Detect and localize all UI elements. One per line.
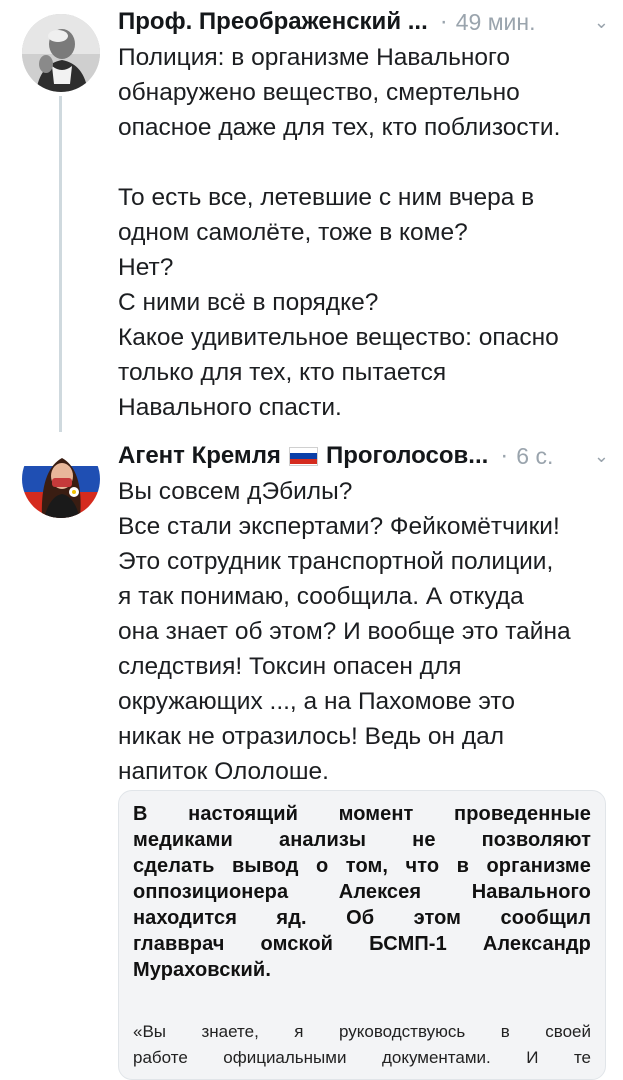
- bw-portrait-avatar-icon: [22, 14, 100, 92]
- article-line: В настоящий момент проведенные: [133, 803, 591, 825]
- article-line: сделать вывод о том, что в организме: [133, 855, 591, 877]
- author-name-suffix[interactable]: Проголосов...: [326, 442, 488, 470]
- article-line: оппозиционера Алексея Навального: [133, 881, 591, 903]
- tweet-line: Навального спасти.: [118, 394, 342, 421]
- tweet-line: никак не отразилось! Ведь он дал: [118, 723, 505, 750]
- article-line: медиками анализы не позволяют: [133, 829, 591, 851]
- tweet-line: опасное даже для тех, кто поблизости.: [118, 114, 561, 141]
- separator-dot: ·: [439, 8, 448, 35]
- chevron-down-icon[interactable]: ⌄: [584, 446, 609, 467]
- tweet-line: следствия! Токсин опасен для: [118, 653, 462, 680]
- tweet-text: Вы совсем дЭбилы? Все стали экспертами? …: [118, 474, 603, 789]
- article-lead-text: В настоящий момент проведенные медиками …: [133, 801, 591, 983]
- tweet-text: Полиция: в организме Навального обнаруже…: [118, 40, 603, 425]
- quoted-article-card[interactable]: В настоящий момент проведенные медиками …: [118, 790, 606, 1080]
- author-name[interactable]: Агент Кремля: [118, 442, 281, 470]
- article-line: главврач омской БСМП-1 Александр: [133, 933, 591, 955]
- tweet-line: обнаружено вещество, смертельно: [118, 79, 520, 106]
- tweet-line: [118, 145, 603, 180]
- tweet-line: Вы совсем дЭбилы?: [118, 478, 353, 505]
- russia-flag-icon: [288, 446, 318, 466]
- separator-dot: ·: [500, 442, 509, 469]
- author-avatar[interactable]: [22, 14, 100, 92]
- article-line: «Вы знаете, я руководствуюсь в своей: [133, 1022, 591, 1041]
- tweet-line: То есть все, летевшие с ним вчера в: [118, 184, 535, 211]
- article-line: находится яд. Об этом сообщил: [133, 907, 591, 929]
- tweet-line: Это сотрудник транспортной полиции,: [118, 548, 554, 575]
- article-body-text: «Вы знаете, я руководствуюсь в своей раб…: [133, 1019, 591, 1071]
- tweet-line: напиток Ололоше.: [118, 758, 329, 785]
- tweet-line: Какое удивительное вещество: опасно: [118, 324, 559, 351]
- tweet-line: Нет?: [118, 254, 174, 281]
- tweet-line: я так понимаю, сообщила. А откуда: [118, 583, 524, 610]
- tweet-line: окружающих ..., а на Пахомове это: [118, 688, 515, 715]
- tweet-header: Проф. Преображенский ... · 49 мин. ⌄: [118, 2, 609, 42]
- timestamp[interactable]: 49 мин.: [456, 9, 536, 36]
- author-name[interactable]: Проф. Преображенский ...: [118, 8, 428, 36]
- tweet-line: одном самолёте, тоже в коме?: [118, 219, 468, 246]
- timestamp[interactable]: 6 с.: [516, 443, 553, 470]
- thread-connector-line: [59, 96, 62, 432]
- tweet-line: только для тех, кто пытается: [118, 359, 447, 386]
- woman-flag-avatar-icon: [22, 440, 100, 518]
- tweet-line: Полиция: в организме Навального: [118, 44, 511, 71]
- tweet-line: С ними всё в порядке?: [118, 289, 379, 316]
- tweet-line: Все стали экспертами? Фейкомётчики!: [118, 513, 560, 540]
- article-line: Мураховский.: [133, 959, 271, 981]
- tweet-header: Агент Кремля Проголосов... · 6 с. ⌄: [118, 436, 609, 476]
- tweet-line: она знает об этом? И вообще это тайна: [118, 618, 571, 645]
- author-avatar[interactable]: [22, 440, 100, 518]
- tweet-1[interactable]: Проф. Преображенский ... · 49 мин. ⌄ Пол…: [0, 0, 623, 432]
- article-line: работе официальными документами. И те: [133, 1048, 591, 1067]
- chevron-down-icon[interactable]: ⌄: [584, 12, 609, 33]
